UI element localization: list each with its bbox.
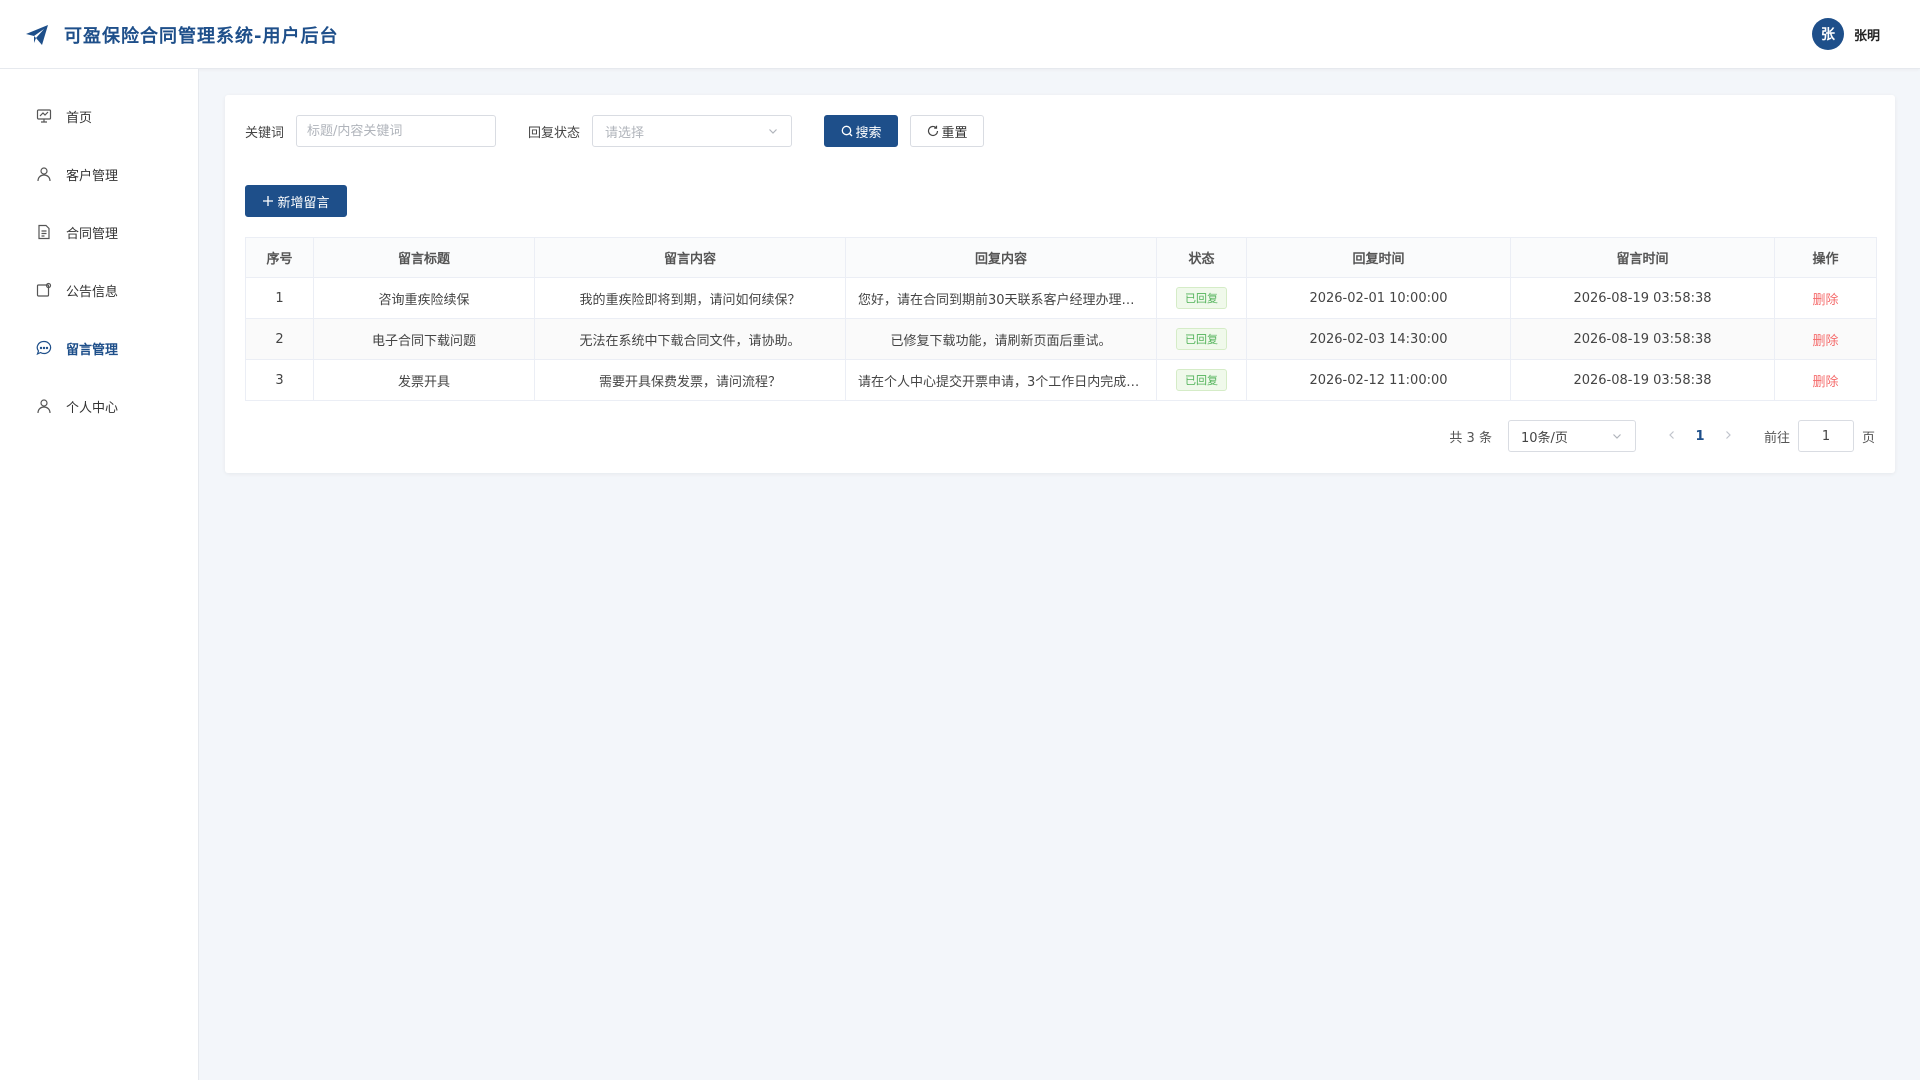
column-header: 留言内容 bbox=[534, 237, 846, 278]
cell-no: 3 bbox=[245, 359, 314, 401]
cell-reply: 请在个人中心提交开票申请，3个工作日内完成开具。 bbox=[845, 359, 1157, 401]
message-management-panel: 关键词 回复状态 请选择 搜索 重置 新增留言 序号 留言标题 留言内容 bbox=[225, 95, 1895, 473]
search-filter-bar: 关键词 回复状态 请选择 搜索 重置 bbox=[245, 115, 985, 147]
delete-link[interactable]: 删除 bbox=[1812, 334, 1838, 349]
chevron-down-icon bbox=[769, 129, 777, 134]
table-row: 3 发票开具 需要开具保费发票，请问流程？ 请在个人中心提交开票申请，3个工作日… bbox=[245, 359, 1877, 401]
column-header: 回复时间 bbox=[1246, 237, 1511, 278]
cell-reply: 已修复下载功能，请刷新页面后重试。 bbox=[845, 318, 1157, 360]
prev-page-button[interactable] bbox=[1660, 429, 1684, 444]
status-select[interactable]: 请选择 bbox=[592, 115, 793, 147]
cell-reply: 您好，请在合同到期前30天联系客户经理办理续保手续。 bbox=[845, 277, 1157, 319]
reset-button[interactable]: 重置 bbox=[910, 115, 985, 147]
sidebar-item-home[interactable]: 首页 bbox=[0, 87, 198, 145]
page-suffix: 页 bbox=[1861, 430, 1875, 446]
cell-reply-time: 2026-02-03 14:30:00 bbox=[1246, 318, 1511, 360]
sidebar-item-label: 客户管理 bbox=[66, 168, 119, 184]
column-header: 回复内容 bbox=[845, 237, 1157, 278]
pagination: 共 3 条 10条/页 1 前往 页 bbox=[1449, 420, 1875, 452]
cell-content: 无法在系统中下载合同文件，请协助。 bbox=[534, 318, 846, 360]
table-row: 1 咨询重疾险续保 我的重疾险即将到期，请问如何续保？ 您好，请在合同到期前30… bbox=[245, 277, 1877, 319]
cell-message-time: 2026-08-19 03:58:38 bbox=[1510, 318, 1775, 360]
table-row: 2 电子合同下载问题 无法在系统中下载合同文件，请协助。 已修复下载功能，请刷新… bbox=[245, 318, 1877, 360]
paper-plane-icon bbox=[26, 25, 48, 45]
cell-no: 2 bbox=[245, 318, 314, 360]
table-header-row: 序号 留言标题 留言内容 回复内容 状态 回复时间 留言时间 操作 bbox=[245, 237, 1877, 278]
user-menu[interactable]: 张 张明 bbox=[1811, 18, 1880, 50]
document-icon bbox=[38, 224, 50, 240]
sidebar-item-label: 个人中心 bbox=[66, 400, 119, 416]
reset-button-label: 重置 bbox=[941, 125, 968, 141]
cell-no: 1 bbox=[245, 277, 314, 319]
refresh-icon bbox=[927, 125, 938, 137]
keyword-label: 关键词 bbox=[245, 125, 285, 141]
cell-status: 已回复 bbox=[1156, 318, 1247, 360]
chevron-down-icon bbox=[1613, 434, 1621, 439]
sidebar-item-customers[interactable]: 客户管理 bbox=[0, 145, 198, 203]
chevron-left-icon bbox=[1669, 430, 1674, 439]
sidebar: 首页 客户管理 合同管理 公告信息 留言管理 个人中心 bbox=[0, 69, 199, 1080]
chevron-right-icon bbox=[1726, 430, 1731, 439]
delete-link[interactable]: 删除 bbox=[1812, 293, 1838, 308]
status-badge: 已回复 bbox=[1176, 369, 1227, 391]
cell-status: 已回复 bbox=[1156, 359, 1247, 401]
add-message-label: 新增留言 bbox=[277, 195, 330, 211]
cell-content: 需要开具保费发票，请问流程？ bbox=[534, 359, 846, 401]
add-message-button[interactable]: 新增留言 bbox=[245, 185, 347, 217]
status-badge: 已回复 bbox=[1176, 328, 1227, 350]
message-table: 序号 留言标题 留言内容 回复内容 状态 回复时间 留言时间 操作 1 咨询重疾… bbox=[245, 237, 1877, 401]
plus-icon bbox=[263, 196, 274, 206]
search-icon bbox=[841, 125, 852, 137]
column-header: 序号 bbox=[245, 237, 314, 278]
column-header: 留言标题 bbox=[313, 237, 535, 278]
search-button[interactable]: 搜索 bbox=[824, 115, 899, 147]
goto-page-input[interactable] bbox=[1797, 420, 1854, 452]
sidebar-item-label: 留言管理 bbox=[66, 342, 119, 358]
monitor-icon bbox=[36, 109, 52, 123]
page-number-current[interactable]: 1 bbox=[1684, 429, 1716, 444]
page-size-value: 10条/页 bbox=[1520, 430, 1568, 446]
sidebar-item-messages[interactable]: 留言管理 bbox=[0, 319, 198, 377]
cell-status: 已回复 bbox=[1156, 277, 1247, 319]
sidebar-item-label: 首页 bbox=[66, 110, 93, 126]
app-title: 可盈保险合同管理系统-用户后台 bbox=[64, 26, 339, 47]
notice-icon bbox=[36, 282, 52, 297]
cell-message-time: 2026-08-19 03:58:38 bbox=[1510, 359, 1775, 401]
column-header: 留言时间 bbox=[1510, 237, 1775, 278]
search-button-label: 搜索 bbox=[855, 125, 882, 141]
status-select-placeholder: 请选择 bbox=[605, 125, 645, 141]
cell-action: 删除 bbox=[1774, 318, 1877, 360]
sidebar-item-contracts[interactable]: 合同管理 bbox=[0, 203, 198, 261]
username[interactable]: 张明 bbox=[1854, 25, 1880, 44]
column-header: 操作 bbox=[1774, 237, 1877, 278]
cell-message-time: 2026-08-19 03:58:38 bbox=[1510, 277, 1775, 319]
sidebar-item-notices[interactable]: 公告信息 bbox=[0, 261, 198, 319]
keyword-input[interactable] bbox=[296, 115, 497, 147]
goto-label: 前往 bbox=[1763, 430, 1790, 446]
status-label: 回复状态 bbox=[528, 125, 581, 141]
cell-action: 删除 bbox=[1774, 359, 1877, 401]
column-header: 状态 bbox=[1156, 237, 1247, 278]
avatar[interactable]: 张 bbox=[1811, 18, 1844, 50]
cell-title: 发票开具 bbox=[313, 359, 535, 401]
user-icon bbox=[37, 167, 51, 182]
cell-reply-time: 2026-02-12 11:00:00 bbox=[1246, 359, 1511, 401]
user-icon bbox=[37, 399, 51, 414]
status-badge: 已回复 bbox=[1176, 287, 1227, 309]
cell-title: 咨询重疾险续保 bbox=[313, 277, 535, 319]
cell-title: 电子合同下载问题 bbox=[313, 318, 535, 360]
sidebar-item-profile[interactable]: 个人中心 bbox=[0, 377, 198, 435]
chat-icon bbox=[36, 340, 52, 356]
cell-content: 我的重疾险即将到期，请问如何续保？ bbox=[534, 277, 846, 319]
delete-link[interactable]: 删除 bbox=[1812, 375, 1838, 390]
sidebar-item-label: 合同管理 bbox=[66, 226, 119, 242]
sidebar-item-label: 公告信息 bbox=[66, 284, 119, 300]
cell-reply-time: 2026-02-01 10:00:00 bbox=[1246, 277, 1511, 319]
next-page-button[interactable] bbox=[1716, 429, 1740, 444]
page-size-select[interactable]: 10条/页 bbox=[1507, 420, 1636, 452]
cell-action: 删除 bbox=[1774, 277, 1877, 319]
top-header: 可盈保险合同管理系统-用户后台 张 张明 bbox=[0, 0, 1920, 69]
total-count: 共 3 条 bbox=[1449, 430, 1492, 446]
